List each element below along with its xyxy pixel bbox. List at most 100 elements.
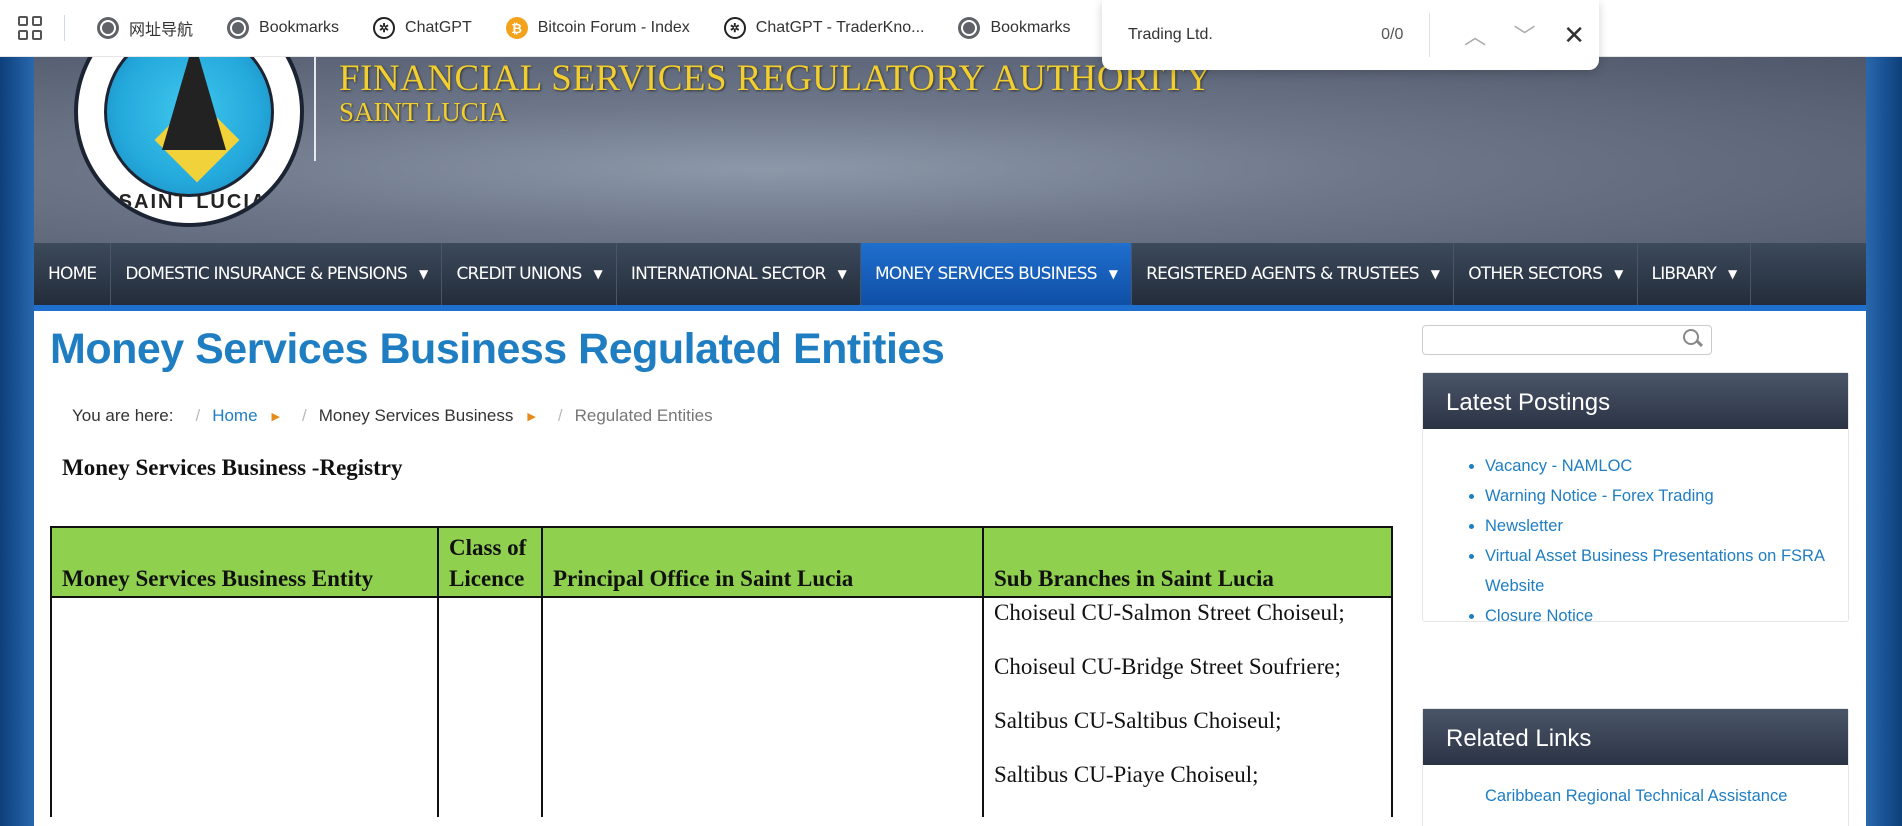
posting-link[interactable]: Closure Notice [1485, 601, 1828, 631]
main-nav: HOME DOMESTIC INSURANCE & PENSIONS ▼ CRED… [34, 243, 1866, 311]
bookmark-label: ChatGPT - TraderKno... [755, 19, 925, 36]
nav-registered-agents[interactable]: REGISTERED AGENTS & TRUSTEES ▼ [1132, 243, 1455, 305]
nav-label: REGISTERED AGENTS & TRUSTEES [1146, 264, 1419, 284]
chevron-up-icon[interactable]: ︿ [1450, 13, 1500, 57]
apps-grid-icon[interactable] [18, 16, 42, 40]
chevron-down-icon: ▼ [1727, 267, 1737, 281]
chevron-down-icon[interactable]: ﹀ [1500, 13, 1550, 57]
bookmark-bookmarks[interactable]: Bookmarks [217, 11, 349, 45]
branch-item: Saltibus CU-Saltibus Choiseul; [994, 708, 1282, 733]
breadcrumb: You are here: / Home ▶ / Money Services … [72, 406, 713, 426]
caret-right-icon: ▶ [527, 410, 536, 423]
column-header-entity: Money Services Business Entity [50, 526, 439, 598]
nav-label: LIBRARY [1651, 264, 1717, 284]
chatgpt-icon: ✲ [373, 17, 396, 39]
cell-branches: Choiseul CU-Salmon Street Choiseul; Choi… [982, 596, 1393, 817]
logo-text: SAINT LUCIA [118, 191, 268, 213]
column-header-class: Class of Licence [437, 526, 543, 598]
posting-label: Closure Notice [1485, 607, 1594, 625]
posting-label: Newsletter [1485, 517, 1563, 535]
bookmark-chatgpt[interactable]: ✲ ChatGPT [363, 11, 482, 45]
site-search-input[interactable] [1422, 325, 1712, 355]
find-input[interactable]: Trading Ltd. [1128, 26, 1339, 44]
nav-label: INTERNATIONAL SECTOR [630, 264, 826, 284]
find-divider [1429, 13, 1431, 57]
chevron-down-icon: ▼ [1108, 267, 1118, 281]
chevron-down-icon: ▼ [593, 267, 602, 281]
posting-label: Warning Notice - Forex Trading [1485, 487, 1714, 505]
bookmark-label: Bookmarks [259, 19, 340, 36]
close-icon[interactable]: ✕ [1549, 13, 1599, 57]
search-icon[interactable] [1683, 329, 1703, 349]
related-links-list: Caribbean Regional Technical Assistance [1423, 765, 1848, 826]
branch-item: Saltibus CU-Piaye Choiseul; [994, 762, 1259, 787]
caret-right-icon: ▶ [271, 410, 281, 423]
cell-office [541, 596, 984, 817]
column-header-branches: Sub Branches in Saint Lucia [982, 526, 1393, 598]
posting-label: Virtual Asset Business Presentations on … [1485, 547, 1825, 595]
posting-link[interactable]: Newsletter [1485, 511, 1828, 541]
related-links-title: Related Links [1423, 709, 1848, 765]
site-banner: SAINT LUCIA FINANCIAL SERVICES REGULATOR… [34, 0, 1866, 243]
nav-international-sector[interactable]: INTERNATIONAL SECTOR ▼ [617, 243, 862, 305]
breadcrumb-separator: / [195, 406, 201, 425]
table-row: Choiseul CU-Salmon Street Choiseul; Choi… [50, 596, 1393, 817]
nav-credit-unions[interactable]: CREDIT UNIONS ▼ [442, 243, 617, 305]
chatgpt-icon: ✲ [723, 17, 746, 39]
posting-label: Vacancy - NAMLOC [1485, 457, 1633, 475]
web-page: SAINT LUCIA FINANCIAL SERVICES REGULATOR… [34, 0, 1866, 826]
related-link[interactable]: Caribbean Regional Technical Assistance [1485, 781, 1828, 811]
breadcrumb-separator: / [302, 406, 307, 425]
posting-link[interactable]: Warning Notice - Forex Trading [1485, 481, 1828, 511]
table-header-row: Money Services Business Entity Class of … [50, 526, 1393, 598]
branch-item: Choiseul CU-Bridge Street Soufriere; [994, 654, 1341, 679]
chevron-down-icon: ▼ [1614, 267, 1623, 281]
globe-icon [97, 17, 119, 39]
nav-money-services[interactable]: MONEY SERVICES BUSINESS ▼ [861, 243, 1133, 305]
chevron-down-icon: ▼ [837, 267, 847, 281]
find-bar: Trading Ltd. 0/0 ︿ ﹀ ✕ [1102, 0, 1599, 70]
bookmark-chatgpt-traderknows[interactable]: ✲ ChatGPT - TraderKno... [714, 11, 935, 45]
related-links-panel: Related Links Caribbean Regional Technic… [1422, 708, 1849, 826]
banner-divider [314, 57, 316, 161]
breadcrumb-current: Regulated Entities [574, 406, 713, 425]
site-title: FINANCIAL SERVICES REGULATORY AUTHORITY [339, 58, 1213, 99]
nav-other-sectors[interactable]: OTHER SECTORS ▼ [1454, 243, 1638, 305]
bookmark-label: Bitcoin Forum - Index [537, 19, 690, 36]
cell-class [437, 596, 543, 817]
breadcrumb-separator: / [557, 406, 563, 425]
breadcrumb-prefix: You are here: [72, 406, 174, 425]
nav-domestic-insurance[interactable]: DOMESTIC INSURANCE & PENSIONS ▼ [111, 243, 443, 305]
latest-postings-panel: Latest Postings Vacancy - NAMLOC Warning… [1422, 372, 1849, 625]
branch-item: Choiseul CU-Salmon Street Choiseul; [994, 600, 1345, 625]
nav-label: DOMESTIC INSURANCE & PENSIONS [125, 264, 408, 284]
nav-label: MONEY SERVICES BUSINESS [875, 264, 1098, 284]
column-header-office: Principal Office in Saint Lucia [541, 526, 984, 598]
nav-library[interactable]: LIBRARY ▼ [1638, 243, 1752, 305]
nav-label: OTHER SECTORS [1468, 264, 1603, 284]
chevron-down-icon: ▼ [419, 267, 428, 281]
latest-postings-list: Vacancy - NAMLOC Warning Notice - Forex … [1423, 429, 1848, 649]
registry-heading: Money Services Business -Registry [62, 455, 403, 480]
breadcrumb-money-services[interactable]: Money Services Business [319, 406, 514, 426]
chevron-down-icon: ▼ [1430, 267, 1440, 281]
bookmark-label: 网址导航 [129, 22, 194, 39]
posting-link[interactable]: Vacancy - NAMLOC [1485, 451, 1828, 481]
breadcrumb-home[interactable]: Home [212, 406, 257, 426]
latest-postings-title: Latest Postings [1423, 373, 1848, 429]
nav-home[interactable]: HOME [34, 243, 112, 305]
related-link-label: Caribbean Regional Technical Assistance [1485, 787, 1788, 805]
bookmark-label: ChatGPT [405, 19, 472, 36]
page-title: Money Services Business Regulated Entiti… [50, 325, 945, 373]
bookmark-label: Bookmarks [990, 19, 1071, 36]
bookmark-bookmarks-2[interactable]: Bookmarks [948, 11, 1080, 45]
nav-label: CREDIT UNIONS [456, 264, 582, 284]
bookmarks-bar: 网址导航 Bookmarks ✲ ChatGPT ₿ Bitcoin Forum… [0, 0, 1902, 57]
posting-link[interactable]: Virtual Asset Business Presentations on … [1485, 541, 1828, 601]
globe-icon [958, 17, 981, 39]
bookmarks-divider [64, 15, 65, 41]
bookmark-bitcoin-forum[interactable]: ₿ Bitcoin Forum - Index [496, 11, 700, 45]
site-subtitle: SAINT LUCIA [339, 97, 508, 127]
bookmark-nav-sites[interactable]: 网址导航 [87, 11, 203, 45]
cell-entity [50, 596, 439, 817]
